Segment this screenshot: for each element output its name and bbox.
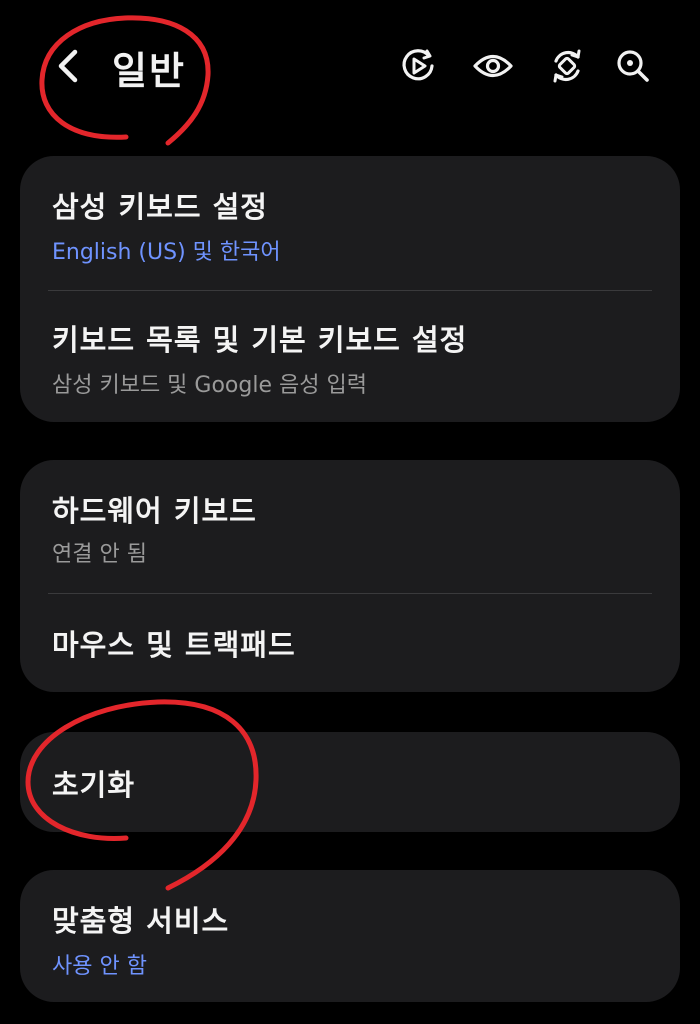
custom-service-item[interactable]: 맞춤형 서비스 사용 안 함	[20, 870, 680, 1002]
hardware-keyboard-item[interactable]: 하드웨어 키보드 연결 안 됨	[20, 460, 680, 593]
item-subtitle: 삼성 키보드 및 Google 음성 입력	[52, 373, 367, 398]
play-circle-button[interactable]	[397, 45, 439, 87]
eye-button[interactable]	[472, 45, 514, 87]
item-title: 삼성 키보드 설정	[52, 190, 268, 224]
item-title: 마우스 및 트랙패드	[52, 628, 296, 662]
search-icon	[617, 50, 649, 82]
item-title: 맞춤형 서비스	[52, 904, 230, 938]
item-title: 키보드 목록 및 기본 키보드 설정	[52, 323, 468, 357]
rotate-sync-button[interactable]	[546, 45, 588, 87]
samsung-keyboard-settings-item[interactable]: 삼성 키보드 설정 English (US) 및 한국어	[20, 156, 680, 290]
item-subtitle: English (US) 및 한국어	[52, 240, 281, 265]
settings-card-keyboard: 삼성 키보드 설정 English (US) 및 한국어 키보드 목록 및 기본…	[20, 156, 680, 422]
settings-card-custom-service: 맞춤형 서비스 사용 안 함	[20, 870, 680, 1002]
keyboard-list-default-item[interactable]: 키보드 목록 및 기본 키보드 설정 삼성 키보드 및 Google 음성 입력	[20, 291, 680, 422]
back-chevron-icon	[58, 49, 78, 83]
search-button[interactable]	[612, 45, 654, 87]
item-title: 하드웨어 키보드	[52, 494, 257, 528]
item-subtitle: 연결 안 됨	[52, 542, 147, 567]
item-subtitle: 사용 안 함	[52, 954, 147, 979]
rotate-sync-icon	[553, 49, 581, 83]
settings-card-reset: 초기화	[20, 732, 680, 832]
settings-card-hardware: 하드웨어 키보드 연결 안 됨 마우스 및 트랙패드	[20, 460, 680, 692]
page-title: 일반	[112, 49, 186, 93]
app-header: 일반	[0, 0, 700, 140]
reset-item[interactable]: 초기화	[20, 732, 680, 832]
back-button[interactable]	[46, 44, 90, 88]
eye-icon	[473, 54, 513, 78]
item-title: 초기화	[52, 768, 136, 802]
play-circle-icon	[402, 49, 434, 81]
mouse-trackpad-item[interactable]: 마우스 및 트랙패드	[20, 594, 680, 692]
